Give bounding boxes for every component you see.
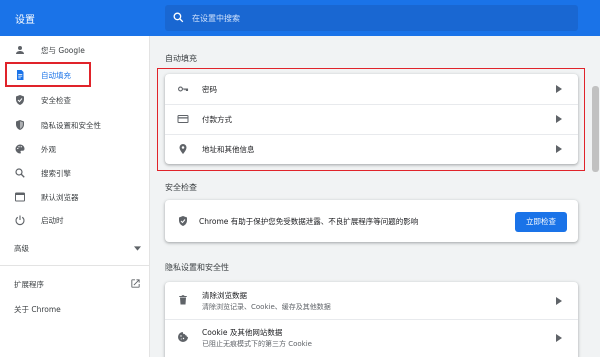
privacy-card: 清除浏览数据 清除浏览记录、Cookie、缓存及其他数据 Cookie 及其他网… <box>165 282 578 357</box>
clear-browsing-data-subtitle: 清除浏览记录、Cookie、缓存及其他数据 <box>202 303 331 311</box>
power-icon <box>15 215 25 226</box>
sidebar-extensions[interactable]: 扩展程序 <box>14 279 44 290</box>
person-icon <box>16 46 24 54</box>
safety-section-title: 安全检查 <box>165 183 197 192</box>
clear-browsing-data-label: 清除浏览数据 <box>202 291 247 300</box>
top-bar: 设置 <box>0 0 600 36</box>
sidebar-advanced[interactable]: 高级 <box>14 243 29 254</box>
sidebar-item-privacy[interactable]: 隐私设置和安全性 <box>0 113 150 137</box>
chevron-right-icon <box>556 334 562 342</box>
sidebar-item-on-startup[interactable]: 启动时 <box>0 208 150 232</box>
sidebar-item-label: 搜索引擎 <box>41 169 71 178</box>
clear-browsing-data-row[interactable]: 清除浏览数据 清除浏览记录、Cookie、缓存及其他数据 <box>165 282 578 319</box>
chevron-down-icon[interactable] <box>134 246 141 251</box>
shield-check-icon <box>16 95 24 105</box>
cookie-icon <box>178 332 188 342</box>
sidebar-item-label: 安全检查 <box>41 96 71 105</box>
shield-check-icon <box>179 216 187 226</box>
sidebar-divider <box>0 265 149 266</box>
search-box[interactable] <box>165 5 578 31</box>
privacy-section-title: 隐私设置和安全性 <box>165 263 229 272</box>
shield-icon <box>16 120 24 130</box>
browser-icon <box>15 192 25 202</box>
autofill-section-title: 自动填充 <box>165 54 197 63</box>
cookies-subtitle: 已阻止无痕模式下的第三方 Cookie <box>202 340 312 348</box>
search-icon <box>173 12 184 23</box>
sidebar-item-label: 外观 <box>41 145 56 154</box>
sidebar-highlight-annotation <box>5 62 91 87</box>
sidebar-item-default-browser[interactable]: 默认浏览器 <box>0 185 150 209</box>
sidebar-item-label: 隐私设置和安全性 <box>41 121 101 130</box>
safety-card: Chrome 有助于保护您免受数据泄露、不良扩展程序等问题的影响 立即检查 <box>165 200 578 242</box>
search-icon <box>15 168 25 178</box>
sidebar-item-search-engine[interactable]: 搜索引擎 <box>0 161 150 185</box>
cookies-row[interactable]: Cookie 及其他网站数据 已阻止无痕模式下的第三方 Cookie <box>165 319 578 356</box>
safety-description: Chrome 有助于保护您免受数据泄露、不良扩展程序等问题的影响 <box>199 217 419 226</box>
sidebar-about-label: 关于 Chrome <box>14 305 61 314</box>
cookies-label: Cookie 及其他网站数据 <box>202 328 283 337</box>
sidebar-about-chrome[interactable]: 关于 Chrome <box>14 304 61 315</box>
scrollbar-thumb[interactable] <box>592 86 599 172</box>
scrollbar-track[interactable] <box>591 36 600 357</box>
page-title: 设置 <box>15 15 35 26</box>
sidebar-item-label: 默认浏览器 <box>41 193 79 202</box>
trash-icon <box>179 295 187 305</box>
sidebar-item-safety-check[interactable]: 安全检查 <box>0 88 150 112</box>
open-in-new-icon[interactable] <box>130 278 141 289</box>
autofill-highlight-annotation <box>157 68 585 171</box>
search-input[interactable] <box>192 9 562 27</box>
sidebar-item-appearance[interactable]: 外观 <box>0 137 150 161</box>
chevron-right-icon <box>556 297 562 305</box>
sidebar-extensions-label: 扩展程序 <box>14 280 44 289</box>
sidebar-item-label: 启动时 <box>41 216 64 225</box>
sidebar-advanced-label: 高级 <box>14 244 29 253</box>
check-now-button[interactable]: 立即检查 <box>515 212 567 232</box>
sidebar-item-you-and-google[interactable]: 您与 Google <box>0 38 150 62</box>
sidebar-item-label: 您与 Google <box>41 46 85 55</box>
palette-icon <box>15 144 25 154</box>
